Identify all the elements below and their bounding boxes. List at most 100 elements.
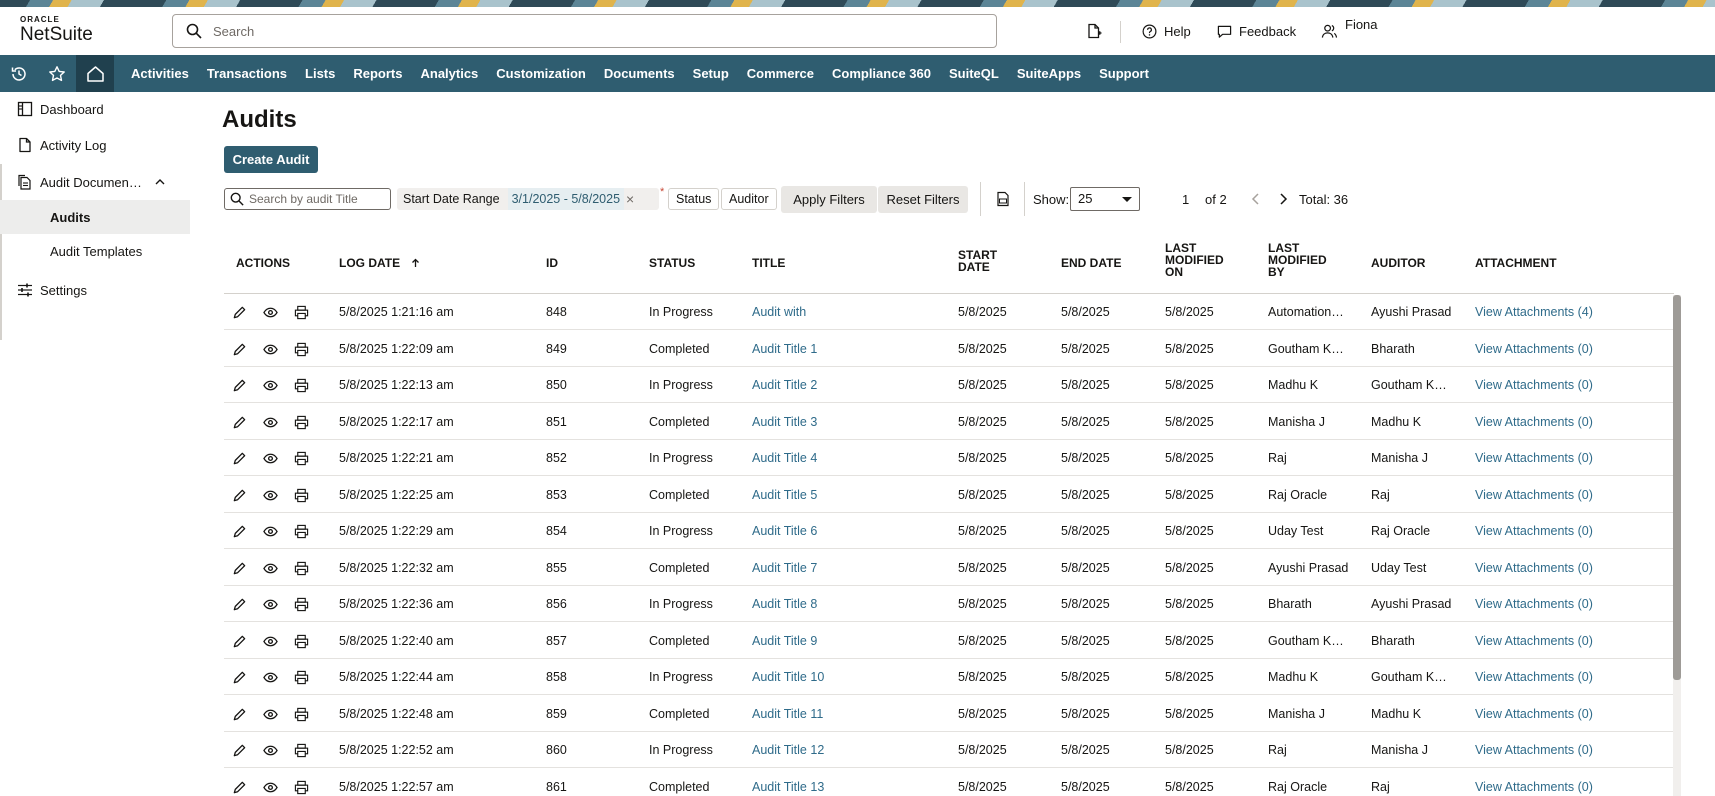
print-icon[interactable]	[294, 451, 309, 466]
cell-attachments-link[interactable]: View Attachments (0)	[1475, 550, 1593, 586]
nav-analytics[interactable]: Analytics	[411, 55, 487, 92]
edit-icon[interactable]	[232, 378, 247, 393]
cell-attachments-link[interactable]: View Attachments (0)	[1475, 586, 1593, 622]
column-header-log-date[interactable]: LOG DATE	[339, 257, 420, 269]
print-icon[interactable]	[294, 342, 309, 357]
previous-page-icon[interactable]	[1249, 191, 1263, 207]
table-scrollbar[interactable]	[1673, 295, 1681, 796]
nav-commerce[interactable]: Commerce	[738, 55, 823, 92]
column-header-start-date[interactable]: START DATE	[958, 249, 997, 273]
view-icon[interactable]	[263, 342, 278, 357]
user-menu-button[interactable]: Fiona	[1321, 17, 1378, 39]
cell-title-link[interactable]: Audit Title 10	[752, 659, 824, 695]
print-icon[interactable]	[294, 597, 309, 612]
edit-icon[interactable]	[232, 743, 247, 758]
export-csv-icon[interactable]	[995, 191, 1011, 207]
nav-support[interactable]: Support	[1090, 55, 1158, 92]
clear-date-range-icon[interactable]: ×	[626, 191, 634, 207]
column-header-id[interactable]: ID	[546, 257, 558, 269]
auditor-filter[interactable]: Auditor	[721, 188, 777, 210]
cell-title-link[interactable]: Audit Title 6	[752, 513, 817, 549]
audit-title-search[interactable]	[224, 188, 391, 210]
print-icon[interactable]	[294, 524, 309, 539]
column-header-status[interactable]: STATUS	[649, 257, 695, 269]
print-icon[interactable]	[294, 780, 309, 795]
cell-title-link[interactable]: Audit Title 7	[752, 550, 817, 586]
scrollbar-thumb[interactable]	[1673, 295, 1681, 680]
cell-title-link[interactable]: Audit Title 12	[752, 732, 824, 768]
cell-title-link[interactable]: Audit Title 4	[752, 440, 817, 476]
view-icon[interactable]	[263, 305, 278, 320]
edit-icon[interactable]	[232, 707, 247, 722]
view-icon[interactable]	[263, 670, 278, 685]
view-icon[interactable]	[263, 524, 278, 539]
global-search[interactable]	[172, 14, 997, 48]
home-button[interactable]	[76, 55, 114, 92]
feedback-button[interactable]: Feedback	[1217, 24, 1296, 39]
view-icon[interactable]	[263, 780, 278, 795]
status-filter[interactable]: Status	[668, 188, 720, 210]
print-icon[interactable]	[294, 561, 309, 576]
print-icon[interactable]	[294, 415, 309, 430]
edit-icon[interactable]	[232, 780, 247, 795]
edit-icon[interactable]	[232, 342, 247, 357]
cell-attachments-link[interactable]: View Attachments (0)	[1475, 440, 1593, 476]
view-icon[interactable]	[263, 597, 278, 612]
start-date-range-filter[interactable]: Start Date Range 3/1/2025 - 5/8/2025 ×	[397, 188, 659, 210]
cell-attachments-link[interactable]: View Attachments (0)	[1475, 769, 1593, 796]
edit-icon[interactable]	[232, 561, 247, 576]
column-header-end-date[interactable]: END DATE	[1061, 257, 1121, 269]
view-icon[interactable]	[263, 488, 278, 503]
nav-setup[interactable]: Setup	[684, 55, 738, 92]
nav-transactions[interactable]: Transactions	[198, 55, 296, 92]
edit-icon[interactable]	[232, 488, 247, 503]
current-page[interactable]: 1	[1182, 192, 1189, 207]
nav-customization[interactable]: Customization	[487, 55, 595, 92]
column-header-attachment[interactable]: ATTACHMENT	[1475, 257, 1557, 269]
recent-history-button[interactable]	[0, 55, 38, 92]
nav-lists[interactable]: Lists	[296, 55, 344, 92]
cell-attachments-link[interactable]: View Attachments (0)	[1475, 477, 1593, 513]
nav-activities[interactable]: Activities	[122, 55, 198, 92]
sidebar-subitem-audit-templates[interactable]: Audit Templates	[0, 234, 190, 268]
edit-icon[interactable]	[232, 524, 247, 539]
view-icon[interactable]	[263, 634, 278, 649]
column-header-title[interactable]: TITLE	[752, 257, 785, 269]
create-audit-button[interactable]: Create Audit	[224, 146, 318, 173]
cell-attachments-link[interactable]: View Attachments (0)	[1475, 331, 1593, 367]
nav-reports[interactable]: Reports	[344, 55, 411, 92]
edit-icon[interactable]	[232, 634, 247, 649]
cell-title-link[interactable]: Audit Title 9	[752, 623, 817, 659]
chevron-up-icon[interactable]	[155, 178, 165, 186]
sidebar-item-activity-log[interactable]: Activity Log	[0, 128, 190, 162]
cell-title-link[interactable]: Audit Title 13	[752, 769, 824, 796]
print-icon[interactable]	[294, 634, 309, 649]
cell-attachments-link[interactable]: View Attachments (4)	[1475, 294, 1593, 330]
edit-icon[interactable]	[232, 451, 247, 466]
column-header-auditor[interactable]: AUDITOR	[1371, 257, 1425, 269]
view-icon[interactable]	[263, 707, 278, 722]
print-icon[interactable]	[294, 488, 309, 503]
start-date-range-value[interactable]: 3/1/2025 - 5/8/2025	[507, 188, 625, 210]
nav-documents[interactable]: Documents	[595, 55, 684, 92]
help-button[interactable]: Help	[1142, 24, 1191, 39]
edit-icon[interactable]	[232, 670, 247, 685]
cell-attachments-link[interactable]: View Attachments (0)	[1475, 404, 1593, 440]
sidebar-item-dashboard[interactable]: Dashboard	[0, 92, 190, 126]
edit-icon[interactable]	[232, 597, 247, 612]
next-page-icon[interactable]	[1276, 191, 1290, 207]
print-icon[interactable]	[294, 378, 309, 393]
view-icon[interactable]	[263, 451, 278, 466]
cell-attachments-link[interactable]: View Attachments (0)	[1475, 732, 1593, 768]
print-icon[interactable]	[294, 743, 309, 758]
cell-title-link[interactable]: Audit Title 8	[752, 586, 817, 622]
page-size-select[interactable]: 25	[1070, 187, 1140, 211]
cell-attachments-link[interactable]: View Attachments (0)	[1475, 513, 1593, 549]
view-icon[interactable]	[263, 561, 278, 576]
column-header-last-modified-by[interactable]: LAST MODIFIED BY	[1268, 242, 1327, 278]
apply-filters-button[interactable]: Apply Filters	[781, 186, 877, 213]
audit-title-search-input[interactable]	[249, 189, 387, 209]
edit-icon[interactable]	[232, 415, 247, 430]
reset-filters-button[interactable]: Reset Filters	[878, 186, 968, 213]
print-icon[interactable]	[294, 305, 309, 320]
